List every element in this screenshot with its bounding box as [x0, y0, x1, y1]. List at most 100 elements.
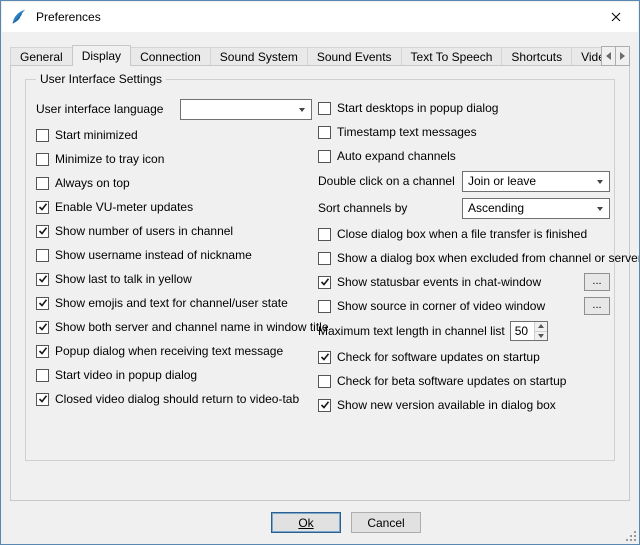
checkbox-video-popup[interactable]: Start video in popup dialog	[36, 365, 312, 385]
double-click-select-value: Join or leave	[468, 174, 536, 188]
preferences-dialog: Preferences General Display Connection S…	[0, 0, 640, 545]
checkbox-label: Show new version available in dialog box	[337, 398, 556, 412]
checkbox-label: Closed video dialog should return to vid…	[55, 392, 299, 406]
sort-channels-row: Sort channels by Ascending	[318, 197, 610, 219]
checkbox-closed-video-return[interactable]: Closed video dialog should return to vid…	[36, 389, 312, 409]
language-select[interactable]	[180, 99, 312, 120]
checkbox-check-updates[interactable]: Check for software updates on startup	[318, 347, 610, 367]
checkbox-label: Start video in popup dialog	[55, 368, 197, 382]
right-column: Start desktops in popup dialog Timestamp…	[318, 98, 610, 419]
max-text-spinner[interactable]: 50	[510, 321, 548, 341]
checkbox[interactable]	[36, 201, 49, 214]
checkbox-excluded-dialog[interactable]: Show a dialog box when excluded from cha…	[318, 248, 610, 268]
checkbox-vu-meter-updates[interactable]: Enable VU-meter updates	[36, 197, 312, 217]
checkbox[interactable]	[318, 228, 331, 241]
resize-grip[interactable]	[624, 529, 637, 542]
tab-connection[interactable]: Connection	[130, 47, 211, 66]
checkbox-timestamp-messages[interactable]: Timestamp text messages	[318, 122, 610, 142]
video-source-more-button[interactable]: ...	[584, 297, 610, 315]
checkbox[interactable]	[36, 393, 49, 406]
checkbox[interactable]	[318, 252, 331, 265]
spinner-buttons	[534, 322, 547, 340]
spin-up-button[interactable]	[535, 322, 547, 332]
checkbox-label: Show a dialog box when excluded from cha…	[337, 251, 640, 265]
checkbox[interactable]	[318, 351, 331, 364]
max-text-value: 50	[511, 322, 534, 340]
checkbox-last-to-talk[interactable]: Show last to talk in yellow	[36, 269, 312, 289]
tab-shortcuts[interactable]: Shortcuts	[501, 47, 572, 66]
tab-scroll-right-button[interactable]	[615, 46, 630, 66]
checkbox-label: Check for beta software updates on start…	[337, 374, 566, 388]
checkbox[interactable]	[318, 126, 331, 139]
check-icon	[38, 274, 48, 284]
checkbox[interactable]	[318, 276, 331, 289]
checkbox-statusbar-events[interactable]: Show statusbar events in chat-window ...	[318, 272, 610, 292]
checkbox-check-beta-updates[interactable]: Check for beta software updates on start…	[318, 371, 610, 391]
checkbox[interactable]	[36, 249, 49, 262]
checkbox-server-channel-title[interactable]: Show both server and channel name in win…	[36, 317, 312, 337]
language-label: User interface language	[36, 102, 163, 116]
checkbox[interactable]	[318, 399, 331, 412]
checkbox-new-version-dialog[interactable]: Show new version available in dialog box	[318, 395, 610, 415]
check-icon	[38, 322, 48, 332]
max-text-length-label: Maximum text length in channel list	[318, 324, 505, 338]
checkbox[interactable]	[36, 177, 49, 190]
checkbox-label: Show statusbar events in chat-window	[337, 275, 541, 289]
close-button[interactable]	[593, 2, 638, 32]
checkbox-label: Always on top	[55, 176, 130, 190]
checkbox[interactable]	[318, 375, 331, 388]
check-icon	[320, 352, 330, 362]
check-icon	[38, 202, 48, 212]
checkbox[interactable]	[36, 297, 49, 310]
checkbox-start-minimized[interactable]: Start minimized	[36, 125, 312, 145]
arrow-up-icon	[538, 324, 544, 328]
tab-sound-events[interactable]: Sound Events	[307, 47, 402, 66]
statusbar-events-more-button[interactable]: ...	[584, 273, 610, 291]
checkbox-close-on-transfer[interactable]: Close dialog box when a file transfer is…	[318, 224, 610, 244]
cancel-button[interactable]: Cancel	[351, 512, 421, 533]
checkbox-show-username[interactable]: Show username instead of nickname	[36, 245, 312, 265]
checkbox[interactable]	[36, 153, 49, 166]
checkbox-label: Start minimized	[55, 128, 138, 142]
checkbox-popup-text-message[interactable]: Popup dialog when receiving text message	[36, 341, 312, 361]
app-feather-icon	[10, 8, 28, 26]
chevron-down-icon	[597, 180, 603, 184]
check-icon	[38, 226, 48, 236]
checkbox[interactable]	[36, 129, 49, 142]
double-click-select[interactable]: Join or leave	[462, 171, 610, 192]
checkbox[interactable]	[36, 273, 49, 286]
ok-button[interactable]: Ok	[271, 512, 341, 533]
checkbox-show-emojis[interactable]: Show emojis and text for channel/user st…	[36, 293, 312, 313]
checkbox-show-user-count[interactable]: Show number of users in channel	[36, 221, 312, 241]
checkbox-label: Auto expand channels	[337, 149, 456, 163]
checkbox-video-source-corner[interactable]: Show source in corner of video window ..…	[318, 296, 610, 316]
checkbox[interactable]	[36, 369, 49, 382]
chevron-down-icon	[597, 207, 603, 211]
checkbox-label: Show emojis and text for channel/user st…	[55, 296, 288, 310]
double-click-label: Double click on a channel	[318, 174, 455, 188]
checkbox[interactable]	[36, 345, 49, 358]
sort-channels-select[interactable]: Ascending	[462, 198, 610, 219]
tab-general[interactable]: General	[10, 47, 73, 66]
checkbox[interactable]	[36, 225, 49, 238]
display-tab-pane: User Interface Settings User interface l…	[10, 65, 630, 501]
checkbox[interactable]	[318, 102, 331, 115]
arrow-right-icon	[620, 52, 625, 60]
checkbox[interactable]	[36, 321, 49, 334]
tab-scroll-left-button[interactable]	[601, 46, 616, 66]
max-text-length-row: Maximum text length in channel list 50	[318, 320, 610, 342]
checkbox[interactable]	[318, 300, 331, 313]
arrow-down-icon	[538, 334, 544, 338]
checkbox-auto-expand-channels[interactable]: Auto expand channels	[318, 146, 610, 166]
spin-down-button[interactable]	[535, 332, 547, 341]
checkbox-desktops-popup[interactable]: Start desktops in popup dialog	[318, 98, 610, 118]
tab-sound-system[interactable]: Sound System	[210, 47, 308, 66]
user-interface-settings-group: User Interface Settings User interface l…	[25, 79, 615, 461]
checkbox-minimize-to-tray[interactable]: Minimize to tray icon	[36, 149, 312, 169]
tab-display[interactable]: Display	[72, 45, 131, 66]
tab-text-to-speech[interactable]: Text To Speech	[401, 47, 503, 66]
titlebar[interactable]: Preferences	[2, 2, 638, 32]
group-title: User Interface Settings	[36, 72, 166, 86]
checkbox[interactable]	[318, 150, 331, 163]
checkbox-always-on-top[interactable]: Always on top	[36, 173, 312, 193]
